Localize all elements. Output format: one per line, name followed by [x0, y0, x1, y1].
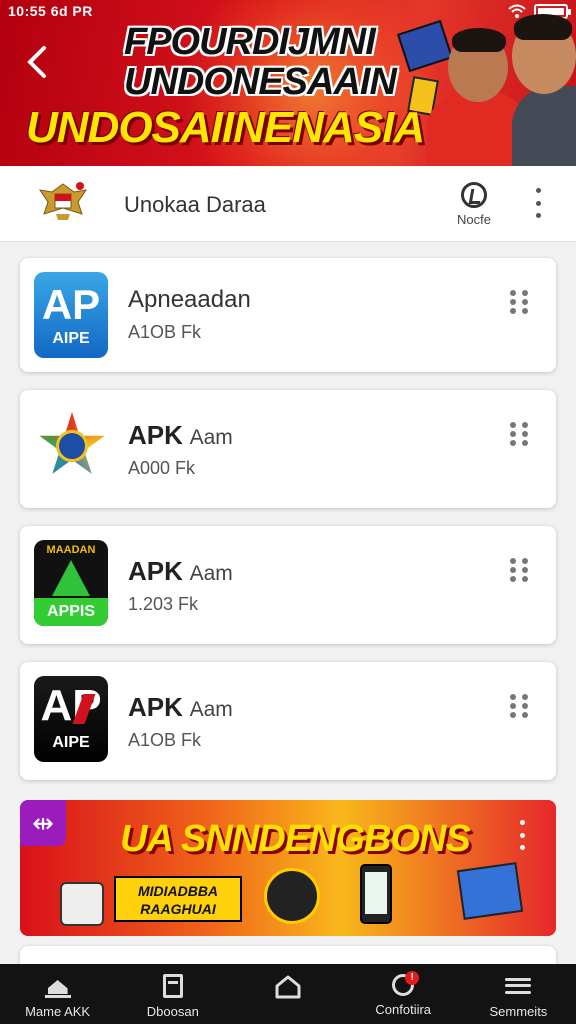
app-icon-text: AP	[40, 681, 102, 730]
app-bar-title: Unokaa Daraa	[124, 192, 266, 217]
app-card[interactable]: APK Aam A000 Fk	[20, 390, 556, 508]
nav-label: Mame AKK	[25, 1004, 91, 1019]
app-icon	[34, 404, 108, 490]
nav-item-documents[interactable]: Dboosan	[115, 964, 230, 1024]
app-name-main: APK	[128, 692, 183, 722]
app-size: A000 Fk	[128, 458, 196, 478]
app-card[interactable]: AP AIPE APK Aam A1OB Fk	[20, 662, 556, 780]
app-bar: Unokaa Daraa Nocfe	[0, 166, 576, 242]
app-name-main: APK	[128, 420, 183, 450]
mode-icon	[461, 182, 487, 208]
person-image	[512, 86, 576, 166]
header-banner: 10:55 6d PR FPOURDIJMNI UNDONESAAIN UNDO…	[0, 0, 576, 166]
nav-item-notifications[interactable]: ! Confotiira	[346, 964, 461, 1024]
app-name-main: APK	[128, 556, 183, 586]
drag-handle-icon[interactable]	[510, 290, 528, 314]
app-name-suffix: Aam	[189, 426, 233, 449]
app-name-main: Apneaadan	[128, 286, 251, 313]
promo-tag-icon: ⇹	[20, 800, 66, 846]
promo-headline: UA SNNDENGBONS	[120, 818, 471, 860]
nav-label: Dboosan	[146, 1004, 199, 1019]
house-outline-icon	[275, 975, 301, 999]
home-icon	[44, 974, 71, 998]
phone-graphic	[360, 864, 392, 924]
app-icon: AP AIPE	[34, 272, 108, 358]
person-hair	[514, 14, 572, 40]
document-icon	[162, 974, 183, 998]
mode-button[interactable]: Nocfe	[448, 182, 500, 232]
promo-more-button[interactable]	[512, 820, 532, 850]
app-icon: MAADAN APPIS	[34, 540, 108, 626]
app-name: APK Aam	[128, 692, 233, 723]
nav-item-settings[interactable]: Semmeits	[461, 964, 576, 1024]
status-bar: 10:55 6d PR	[0, 0, 576, 22]
nav-item-home[interactable]: Mame AKK	[0, 964, 115, 1024]
nav-item-center[interactable]	[230, 964, 345, 1024]
notification-icon: !	[392, 971, 420, 996]
app-size: A1OB Fk	[128, 322, 202, 342]
nav-label: Semmeits	[489, 1004, 548, 1019]
more-options-button[interactable]	[528, 188, 548, 218]
nav-label: Confotiira	[375, 1002, 432, 1017]
drag-handle-icon[interactable]	[510, 558, 528, 582]
wifi-icon	[508, 4, 526, 18]
camera-graphic	[60, 882, 104, 926]
app-icon-subtext: APPIS	[34, 598, 108, 626]
app-name: Apneaadan	[128, 286, 251, 314]
menu-icon	[505, 974, 532, 998]
banner-title: FPOURDIJMNI UNDONESAAIN	[124, 21, 397, 103]
bottom-navigation: Mame AKK Dboosan ! Confotiira Semmeits	[0, 964, 576, 1024]
promo-card-graphic	[456, 862, 524, 920]
banner-subtitle: UNDOSAIINENASIA	[26, 103, 425, 152]
back-button[interactable]	[24, 44, 64, 88]
app-name-suffix: Aam	[189, 562, 233, 585]
clock-icon	[56, 430, 88, 462]
app-name: APK Aam	[128, 556, 233, 587]
notification-badge: !	[405, 971, 420, 985]
app-card[interactable]: AP AIPE Apneaadan A1OB Fk	[20, 258, 556, 372]
app-icon: AP AIPE	[34, 676, 108, 762]
app-name-suffix: Aam	[189, 698, 233, 721]
chevron-left-icon	[27, 46, 46, 78]
promo-box-text: MIDIADBBA RAAGHUAI	[114, 876, 242, 922]
status-time: 10:55 6d PR	[8, 3, 93, 19]
triangle-icon	[52, 560, 90, 596]
mode-label: Nocfe	[457, 212, 491, 227]
person-hair	[452, 28, 506, 52]
app-icon-subtext: AIPE	[52, 734, 90, 751]
app-name: APK Aam	[128, 420, 233, 451]
drag-handle-icon[interactable]	[510, 694, 528, 718]
app-card[interactable]: MAADAN APPIS APK Aam 1.203 Fk	[20, 526, 556, 644]
drag-handle-icon[interactable]	[510, 422, 528, 446]
app-size: A1OB Fk	[128, 730, 202, 750]
app-size: 1.203 Fk	[128, 594, 199, 614]
disc-graphic	[264, 868, 320, 924]
app-icon-text: MAADAN	[46, 544, 96, 556]
promo-banner[interactable]: ⇹ UA SNNDENGBONS MIDIADBBA RAAGHUAI	[20, 800, 556, 936]
emblem-icon	[38, 182, 88, 220]
app-icon-subtext: AIPE	[52, 330, 90, 347]
app-icon-text: AP	[41, 281, 101, 328]
